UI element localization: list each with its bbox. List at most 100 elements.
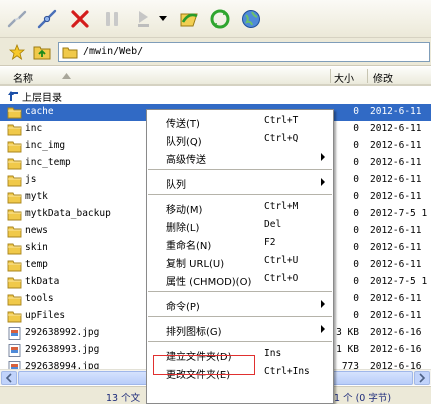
menu-item[interactable]: 传送(T) Ctrl+T	[147, 112, 333, 130]
menu-item[interactable]: 重命名(N) F2	[147, 234, 333, 252]
file-size: 0	[353, 225, 359, 236]
file-size: 3 KB	[336, 327, 359, 338]
folder-icon	[7, 277, 22, 289]
address-field[interactable]: /mwin/Web/	[58, 42, 430, 62]
menu-item-label: 复制 URL(U)	[166, 259, 225, 270]
file-size: 0	[353, 123, 359, 134]
pause-button[interactable]	[99, 5, 125, 33]
file-date: 2012-6-11	[370, 123, 422, 134]
file-name: js	[25, 174, 37, 185]
file-name: 292638992.jpg	[25, 327, 100, 338]
scroll-right-button[interactable]	[414, 371, 430, 385]
file-name: news	[25, 225, 48, 236]
menu-item-label: 排列图标(G)	[166, 327, 222, 338]
menu-item[interactable]: 排列图标(G)	[147, 320, 333, 338]
file-size: 0	[353, 140, 359, 151]
chevron-right-icon	[419, 373, 426, 383]
folder-icon	[7, 226, 22, 238]
menu-separator	[148, 169, 332, 170]
column-name[interactable]: 名称	[13, 70, 33, 85]
favorites-button[interactable]	[8, 43, 26, 63]
folder-icon	[7, 192, 22, 204]
file-name: inc	[25, 123, 43, 134]
scroll-left-button[interactable]	[1, 371, 17, 385]
stop-button[interactable]	[67, 5, 93, 33]
file-date: 2012-6-11	[370, 242, 422, 253]
parent-directory-icon	[8, 91, 18, 101]
menu-item-shortcut: Ctrl+M	[264, 201, 299, 212]
menu-item[interactable]: 队列	[147, 173, 333, 191]
parent-directory-label: 上层目录	[22, 93, 62, 104]
star-icon	[8, 43, 26, 60]
file-date: 2012-7-5 1	[370, 276, 428, 287]
menu-separator	[148, 194, 332, 195]
transfer-icon	[138, 11, 149, 27]
folder-icon	[7, 294, 22, 306]
globe-icon	[242, 10, 260, 28]
submenu-arrow-icon	[321, 300, 325, 308]
file-name: inc_img	[25, 140, 66, 151]
file-date: 2012-6-16	[370, 361, 422, 369]
file-date: 2012-6-11	[370, 310, 422, 321]
column-separator[interactable]	[330, 69, 331, 83]
submenu-arrow-icon	[321, 325, 325, 333]
up-folder-button[interactable]	[33, 43, 51, 63]
file-size: 0	[353, 157, 359, 168]
column-modified[interactable]: 修改	[373, 70, 393, 85]
menu-item[interactable]: 移动(M) Ctrl+M	[147, 198, 333, 216]
menu-item[interactable]: 命令(P)	[147, 295, 333, 313]
menu-item[interactable]: 属性 (CHMOD)(O) Ctrl+O	[147, 270, 333, 288]
folder-icon	[7, 175, 22, 187]
transfer-dropdown[interactable]	[157, 5, 169, 33]
dropdown-arrow-icon	[159, 16, 167, 21]
menu-item-label: 高级传送	[166, 155, 206, 166]
status-left: 13 个文	[106, 393, 141, 404]
pause-icon	[106, 12, 118, 26]
file-date: 2012-6-11	[370, 293, 422, 304]
menu-item[interactable]: 复制 URL(U) Ctrl+U	[147, 252, 333, 270]
parent-directory-row[interactable]: 上层目录	[0, 87, 431, 104]
disconnect-button[interactable]	[4, 5, 30, 33]
refresh-icon	[210, 9, 230, 29]
file-size: 0	[353, 174, 359, 185]
folder-icon	[7, 141, 22, 153]
transfer-button[interactable]	[131, 5, 157, 33]
folder-icon	[7, 243, 22, 255]
menu-item[interactable]: 队列(Q) Ctrl+Q	[147, 130, 333, 148]
column-separator[interactable]	[367, 69, 368, 83]
file-size: 0	[353, 259, 359, 270]
file-name: upFiles	[25, 310, 66, 321]
column-size[interactable]: 大小	[334, 70, 354, 85]
folder-icon	[62, 47, 78, 59]
file-size: 0	[353, 242, 359, 253]
menu-item[interactable]: 高级传送	[147, 148, 333, 166]
file-date: 2012-7-5 1	[370, 208, 428, 219]
sync-icon	[180, 13, 198, 27]
menu-item[interactable]: 删除(L) Del	[147, 216, 333, 234]
file-name: 292638994.jpg	[25, 361, 100, 369]
menu-item-label: 重命名(N)	[166, 241, 212, 252]
menu-item-label: 删除(L)	[166, 223, 200, 234]
site-manager-button[interactable]	[238, 5, 264, 33]
file-date: 2012-6-11	[370, 157, 422, 168]
file-name: cache	[25, 106, 54, 117]
menu-item-shortcut: Ctrl+T	[264, 115, 299, 126]
menu-separator	[148, 316, 332, 317]
menu-item-label: 队列(Q)	[166, 137, 202, 148]
folder-icon	[7, 260, 22, 272]
menu-item-shortcut: Ctrl+Q	[264, 133, 299, 144]
file-size: 773	[341, 361, 359, 369]
file-date: 2012-6-11	[370, 140, 422, 151]
connect-button[interactable]	[34, 5, 60, 33]
refresh-button[interactable]	[207, 5, 233, 33]
menu-separator	[148, 341, 332, 342]
folder-icon	[7, 107, 22, 119]
image-file-icon	[8, 361, 21, 369]
connect-icon	[37, 9, 57, 29]
sync-button[interactable]	[176, 5, 202, 33]
file-size: 0	[353, 208, 359, 219]
sort-ascending-icon	[62, 73, 71, 79]
submenu-arrow-icon	[321, 178, 325, 186]
file-name: inc_temp	[25, 157, 71, 168]
folder-icon	[7, 124, 22, 136]
